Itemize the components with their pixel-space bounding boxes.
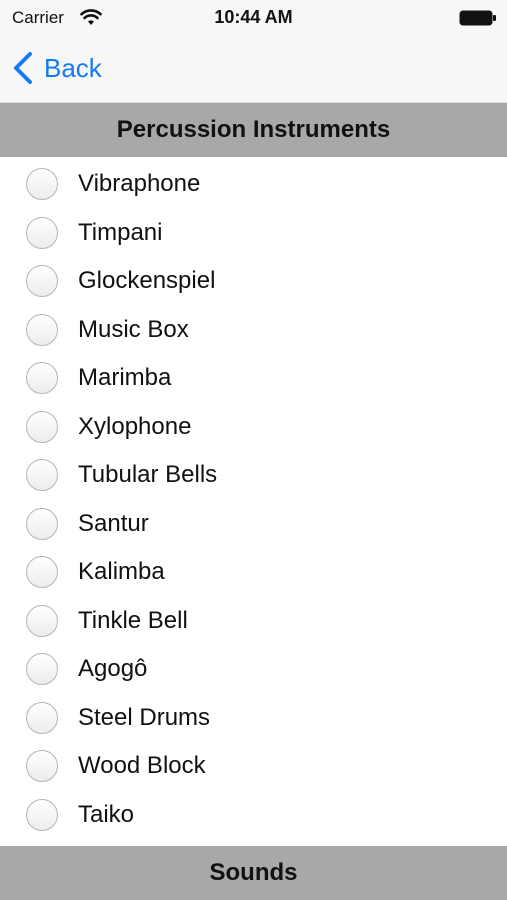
instrument-label: Taiko [78,800,135,828]
instrument-label: Xylophone [78,412,192,440]
radio-unselected-icon[interactable] [26,750,58,783]
instrument-list: Vibraphone Timpani Glockenspiel Music Box Ma… [0,160,507,839]
radio-unselected-icon[interactable] [26,604,58,637]
instrument-row[interactable]: Agogô [0,645,507,694]
instrument-row[interactable]: Timpani [0,209,507,258]
instrument-row[interactable]: Vibraphone [0,160,507,209]
radio-unselected-icon[interactable] [26,362,58,395]
instrument-label: Glockenspiel [78,267,216,295]
instrument-row[interactable]: Taiko [0,791,507,840]
battery-icon [459,10,496,26]
footer-section-header: Sounds [0,846,507,900]
radio-unselected-icon[interactable] [26,459,58,492]
chevron-left-icon [14,52,32,84]
instrument-label: Kalimba [78,558,165,586]
radio-unselected-icon[interactable] [26,168,58,201]
instrument-row[interactable]: Glockenspiel [0,257,507,306]
back-button-label: Back [44,52,102,83]
instrument-row[interactable]: Steel Drums [0,694,507,743]
instrument-row[interactable]: Santur [0,500,507,549]
radio-unselected-icon[interactable] [26,216,58,249]
instrument-row[interactable]: Music Box [0,306,507,355]
instrument-label: Tubular Bells [78,461,218,489]
instrument-label: Steel Drums [78,703,211,731]
instrument-label: Music Box [78,315,189,343]
instrument-label: Vibraphone [78,170,201,198]
section-header: Percussion Instruments [0,103,507,157]
instrument-row[interactable]: Marimba [0,354,507,403]
instrument-label: Wood Block [78,752,206,780]
instrument-label: Marimba [78,364,172,392]
instrument-row[interactable]: Wood Block [0,742,507,791]
radio-unselected-icon[interactable] [26,653,58,686]
radio-unselected-icon[interactable] [26,265,58,298]
radio-unselected-icon[interactable] [26,556,58,589]
navigation-bar: Back [0,36,507,103]
instrument-row[interactable]: Tinkle Bell [0,597,507,646]
radio-unselected-icon[interactable] [26,701,58,734]
radio-unselected-icon[interactable] [26,507,58,540]
radio-unselected-icon[interactable] [26,410,58,443]
instrument-label: Santur [78,509,149,537]
instrument-label: Timpani [78,218,163,246]
instrument-label: Tinkle Bell [78,606,188,634]
instrument-row[interactable]: Kalimba [0,548,507,597]
instrument-row[interactable]: Tubular Bells [0,451,507,500]
radio-unselected-icon[interactable] [26,798,58,831]
status-bar: Carrier 10:44 AM [0,0,507,36]
status-time: 10:44 AM [214,7,293,27]
radio-unselected-icon[interactable] [26,313,58,346]
back-button[interactable]: Back [12,50,102,86]
instrument-row[interactable]: Xylophone [0,403,507,452]
instrument-label: Agogô [78,655,148,683]
